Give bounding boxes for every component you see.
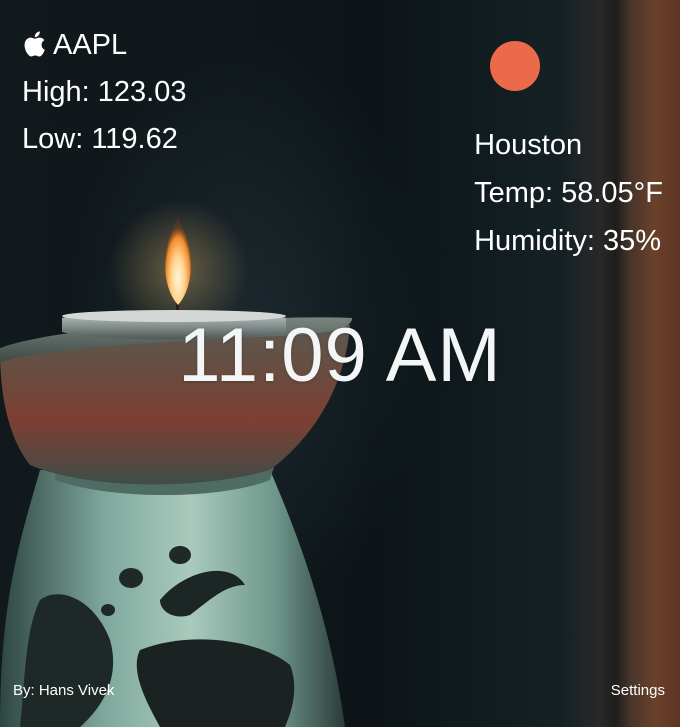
sun-icon: [490, 41, 541, 91]
apple-icon: [24, 30, 45, 56]
weather-city: Houston: [474, 129, 583, 161]
stock-widget: AAPL High: 123.03 Low: 119.62: [22, 22, 186, 163]
clock-time: 11:09 AM: [178, 313, 502, 398]
stock-low: Low: 119.62: [22, 123, 178, 155]
settings-link[interactable]: Settings: [611, 682, 665, 700]
weather-temp: Temp: 58.05°F: [474, 177, 663, 209]
stock-high: High: 123.03: [22, 76, 187, 108]
author-credit: By: Hans Vivek: [13, 682, 115, 699]
weather-humidity: Humidity: 35%: [474, 225, 662, 257]
stock-symbol: AAPL: [53, 29, 128, 61]
stock-symbol-row: AAPL: [22, 22, 186, 69]
weather-widget: Houston Temp: 58.05°F Humidity: 35%: [474, 41, 663, 265]
